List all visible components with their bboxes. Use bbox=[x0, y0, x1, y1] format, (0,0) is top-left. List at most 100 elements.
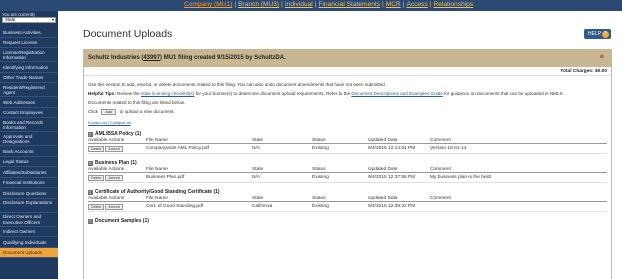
chevron-down-icon: ▾ bbox=[51, 17, 54, 22]
state-select-value: State bbox=[5, 17, 16, 22]
file-name[interactable]: Companywide AML Policy.pdf bbox=[146, 146, 252, 151]
company-id-link[interactable]: 43997 bbox=[143, 55, 160, 61]
col-file-name: File Name bbox=[146, 196, 168, 202]
print-icon[interactable]: ⊘ bbox=[600, 54, 604, 60]
sidebar-item-web-addresses[interactable]: Web Addresses bbox=[0, 97, 58, 108]
sidebar-item-business-activities[interactable]: Business Activities bbox=[0, 27, 58, 38]
click-prefix: Click bbox=[88, 109, 98, 115]
nav-relationships[interactable]: Relationships bbox=[433, 1, 473, 8]
row-actions: Delete Amend bbox=[88, 145, 146, 152]
sidebar-item-other-trade-names[interactable]: Other Trade Names bbox=[0, 73, 58, 83]
filing-panel: Schultz Industries (43997) MU1 filing cr… bbox=[83, 49, 612, 279]
sidebar-item-disclosure-explanations[interactable]: Disclosure Explanations bbox=[0, 199, 58, 213]
delete-button[interactable]: Delete bbox=[88, 145, 105, 152]
filing-header-suffix: ) MU1 filing created 9/15/2015 by Schult… bbox=[160, 55, 286, 61]
sidebar-item-legal-status[interactable]: Legal Status bbox=[0, 157, 58, 167]
collapse-icon[interactable]: ⊟ bbox=[88, 131, 93, 137]
file-state: California bbox=[252, 204, 273, 210]
sidebar-item-license-registration[interactable]: License/Registration Information bbox=[0, 48, 58, 62]
filing-header-prefix: Schultz Industries ( bbox=[88, 55, 144, 61]
top-nav-links: Company (MU1) | Branch (MU3) | Individual | Fi… bbox=[184, 1, 474, 8]
table-row: Delete Amend Cert. of Good Standing.pdf C… bbox=[88, 202, 607, 213]
collapse-icon[interactable]: ⊟ bbox=[88, 189, 93, 195]
section-count: (1) bbox=[142, 218, 149, 225]
row-actions: Delete Amend bbox=[88, 174, 146, 181]
sidebar-item-approvals[interactable]: Approvals and Designations bbox=[0, 132, 58, 146]
amend-button[interactable]: Amend bbox=[105, 174, 123, 181]
sidebar-item-books-records[interactable]: Books and Records Information bbox=[0, 118, 58, 132]
collapse-icon[interactable]: ⊟ bbox=[88, 218, 93, 224]
document-guide-link[interactable]: Document Descriptions and Examples Guide bbox=[351, 91, 442, 96]
top-nav: Company (MU1) | Branch (MU3) | Individual | Fi… bbox=[0, 0, 622, 11]
question-icon: ? bbox=[602, 30, 609, 38]
section-title[interactable]: ⊟ Document Samples (1) bbox=[88, 217, 607, 225]
click-suffix: to upload a new document. bbox=[119, 109, 175, 115]
delete-button[interactable]: Delete bbox=[88, 203, 105, 210]
col-updated-date: Updated Date bbox=[368, 167, 398, 173]
sidebar-item-qualifying-individuals[interactable]: Qualifying Individuals bbox=[0, 237, 58, 248]
file-date: 9/4/2015 12:39:32 PM bbox=[368, 204, 416, 210]
tips-text: for guidance on documents that can be up… bbox=[442, 91, 564, 96]
file-name[interactable]: Cert. of Good Standing.pdf bbox=[146, 204, 252, 209]
helpful-tips: Helpful Tips: Review the state licensing… bbox=[84, 91, 611, 97]
sidebar: You are currently State ▾ Business Activ… bbox=[0, 11, 58, 279]
file-name[interactable]: Business Plan.pdf bbox=[146, 175, 252, 180]
state-select[interactable]: State ▾ bbox=[2, 17, 56, 23]
col-comment: Comment bbox=[430, 167, 451, 173]
filing-header: Schultz Industries (43997) MU1 filing cr… bbox=[84, 50, 611, 67]
nav-individual[interactable]: Individual bbox=[285, 1, 313, 8]
add-row: Click Add to upload a new document. bbox=[84, 109, 611, 115]
delete-button[interactable]: Delete bbox=[88, 174, 105, 181]
sidebar-item-request-license[interactable]: Request License bbox=[0, 38, 58, 48]
nav-branch[interactable]: Branch (MU3) bbox=[238, 1, 279, 8]
col-actions: Available Actions bbox=[88, 138, 125, 144]
listed-text: Documents related to this filing are lis… bbox=[88, 100, 186, 105]
file-date: 9/4/2015 12:14:51 PM bbox=[368, 146, 416, 152]
sidebar-item-disclosure-questions[interactable]: Disclosure Questions bbox=[0, 188, 58, 199]
file-status: Existing bbox=[312, 146, 329, 152]
sidebar-item-direct-owners[interactable]: Direct Owners and Executive Officers bbox=[0, 213, 58, 227]
state-checklist-link[interactable]: state licensing checklist(s) bbox=[141, 91, 194, 96]
col-updated-date: Updated Date bbox=[368, 196, 398, 202]
col-status: Status bbox=[312, 196, 326, 202]
file-date: 9/4/2015 12:37:55 PM bbox=[368, 175, 416, 181]
tips-label: Helpful Tips: bbox=[88, 91, 116, 96]
col-state: State bbox=[252, 167, 264, 173]
nav-mcr[interactable]: MCR bbox=[386, 1, 401, 8]
document-section: ⊟ Document Samples (1) bbox=[84, 217, 611, 225]
help-button[interactable]: HELP ? bbox=[584, 29, 611, 39]
col-updated-date: Updated Date bbox=[368, 138, 398, 144]
sidebar-item-document-uploads[interactable]: Document Uploads bbox=[0, 247, 58, 258]
table-row: Delete Amend Companywide AML Policy.pdf N… bbox=[88, 144, 607, 155]
file-comment: My business plan is the best! bbox=[430, 175, 492, 181]
sidebar-item-contact-employees[interactable]: Contact Employees bbox=[0, 108, 58, 118]
nav-access[interactable]: Access bbox=[406, 1, 427, 8]
tips-text: for your license(s) to determine documen… bbox=[194, 91, 352, 96]
sidebar-item-identifying-information[interactable]: Identifying Information bbox=[0, 62, 58, 73]
section-count: (1) bbox=[135, 131, 142, 138]
section-title-text: Document Samples bbox=[95, 218, 142, 225]
col-actions: Available Actions bbox=[88, 196, 125, 202]
file-status: Existing bbox=[312, 204, 329, 210]
sidebar-item-bank-accounts[interactable]: Bank Accounts bbox=[0, 146, 58, 157]
document-section: ⊟ Business Plan (1) Available Actions Fi… bbox=[84, 159, 611, 184]
sidebar-item-registered-agent[interactable]: Resident/Registered Agent bbox=[0, 83, 58, 97]
document-section: ⊟ AML/BSA Policy (1) Available Actions F… bbox=[84, 130, 611, 155]
col-actions: Available Actions bbox=[88, 167, 125, 173]
collapse-icon[interactable]: ⊟ bbox=[88, 160, 93, 166]
col-state: State bbox=[252, 138, 264, 144]
sidebar-item-financial-institutions[interactable]: Financial Institutions bbox=[0, 178, 58, 188]
tips-text: Review the bbox=[115, 91, 142, 96]
amend-button[interactable]: Amend bbox=[105, 203, 123, 210]
amend-button[interactable]: Amend bbox=[105, 145, 123, 152]
file-state: N/A bbox=[252, 146, 260, 152]
nav-company[interactable]: Company (MU1) bbox=[184, 1, 232, 8]
main-content: Document Uploads HELP ? Schultz Industri… bbox=[58, 11, 622, 279]
sidebar-nav: Business Activities Request License Lice… bbox=[0, 27, 58, 258]
table-row: Delete Amend Business Plan.pdf N/A Existi… bbox=[88, 173, 607, 184]
add-document-button[interactable]: Add bbox=[101, 109, 117, 115]
sidebar-item-indirect-owners[interactable]: Indirect Owners bbox=[0, 227, 58, 237]
expand-collapse-link[interactable]: Expand all | Collapse all bbox=[84, 120, 611, 125]
nav-financial-statements[interactable]: Financial Statements bbox=[318, 1, 380, 8]
sidebar-item-affiliates[interactable]: Affiliates/Subsidiaries bbox=[0, 167, 58, 178]
